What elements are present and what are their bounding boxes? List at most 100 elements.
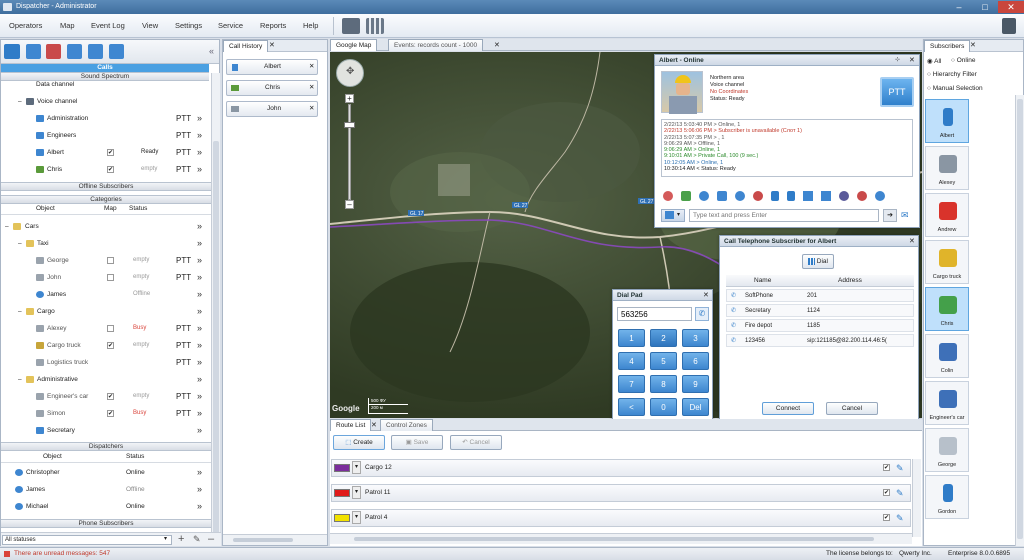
phone-tab-icon[interactable] bbox=[109, 44, 124, 59]
list-item[interactable]: Michael Online» bbox=[1, 498, 209, 515]
message-log[interactable]: 2/22/13 5:03:40 PM > Online, 1 2/22/13 5:… bbox=[661, 119, 913, 177]
tree-row[interactable]: – Cargo» bbox=[1, 303, 209, 320]
subscriber-tile[interactable]: Colin bbox=[925, 334, 969, 378]
list-item[interactable]: Christopher Online» bbox=[1, 464, 209, 481]
tree-row[interactable]: Engineers PTT» bbox=[1, 127, 209, 144]
route-visible-checkbox[interactable]: ✔ bbox=[883, 464, 890, 471]
call-icon[interactable] bbox=[663, 191, 673, 201]
edit-icon[interactable]: ✎ bbox=[896, 510, 904, 526]
close-icon[interactable]: ✕ bbox=[909, 237, 915, 245]
menu-service[interactable]: Service bbox=[218, 21, 243, 30]
users-icon[interactable] bbox=[803, 191, 813, 201]
hierarchy-filter-radio[interactable]: ○ Hierarchy Filter bbox=[927, 71, 977, 78]
close-icon[interactable]: ✕ bbox=[309, 81, 314, 95]
dial-key[interactable]: 3 bbox=[682, 329, 709, 347]
dial-key[interactable]: 9 bbox=[682, 375, 709, 393]
subscriber-tile[interactable]: Gordon bbox=[925, 475, 969, 519]
history-item[interactable]: John ✕ bbox=[226, 101, 318, 117]
tree-row[interactable]: Administration PTT» bbox=[1, 110, 209, 127]
collapse-panel-icon[interactable]: « bbox=[209, 46, 214, 56]
subscriber-tile[interactable]: Andrew bbox=[925, 193, 969, 237]
subscriber-tile[interactable]: Cargo truck bbox=[925, 240, 969, 284]
tab-subscribers[interactable]: Subscribers bbox=[924, 40, 971, 52]
tree-row[interactable]: Secretary» bbox=[1, 422, 209, 439]
menu-event-log[interactable]: Event Log bbox=[91, 21, 125, 30]
connect-button[interactable]: Connect bbox=[762, 402, 814, 415]
categories-header[interactable]: Categories bbox=[1, 195, 211, 204]
location-icon[interactable] bbox=[717, 191, 727, 201]
block-icon[interactable] bbox=[753, 191, 763, 201]
compass-icon[interactable]: ✥ bbox=[346, 66, 354, 77]
calls-tab-icon[interactable] bbox=[4, 44, 20, 59]
tree-row[interactable]: Albert ✔ Ready PTT» bbox=[1, 144, 209, 161]
route-row[interactable]: ▾ Patrol 11 ✔ ✎ bbox=[331, 484, 911, 502]
close-icon[interactable]: ✕ bbox=[970, 41, 976, 49]
zoom-slider-handle[interactable] bbox=[344, 122, 355, 128]
menu-reports[interactable]: Reports bbox=[260, 21, 286, 30]
phone-subscribers-header[interactable]: Phone Subscribers bbox=[1, 519, 211, 528]
dial-key[interactable]: 8 bbox=[650, 375, 677, 393]
list-item[interactable]: James Offline» bbox=[1, 481, 209, 498]
chevron-down-icon[interactable]: ▾ bbox=[352, 461, 361, 474]
tree-row[interactable]: Simon ✔ Busy PTT» bbox=[1, 405, 209, 422]
tab-call-history[interactable]: Call History bbox=[223, 40, 269, 52]
tab-route-list[interactable]: Route List bbox=[330, 419, 372, 431]
dial-key[interactable]: Del bbox=[682, 398, 709, 416]
headset-icon[interactable] bbox=[699, 191, 709, 201]
mail-icon[interactable]: ✉ bbox=[901, 210, 909, 221]
grid-tool-icon[interactable] bbox=[366, 18, 384, 34]
call-icon[interactable]: ✆ bbox=[695, 307, 709, 321]
dial-key[interactable]: 0 bbox=[650, 398, 677, 416]
status-filter-select[interactable]: All statuses bbox=[2, 535, 172, 545]
sms-icon[interactable] bbox=[681, 191, 691, 201]
dial-button[interactable]: Dial bbox=[802, 254, 834, 269]
contact-row[interactable]: ✆ 123456 sip:121185@82.200.114.46:5( bbox=[726, 334, 914, 347]
tree-row[interactable]: Engineer's car ✔ empty PTT» bbox=[1, 388, 209, 405]
subscriber-tile[interactable]: Engineer's car bbox=[925, 381, 969, 425]
message-input[interactable] bbox=[689, 209, 879, 222]
ptt-button[interactable]: PTT bbox=[880, 77, 914, 107]
chevron-down-icon[interactable]: ▾ bbox=[352, 486, 361, 499]
zoom-in-button[interactable]: + bbox=[345, 94, 354, 103]
menu-view[interactable]: View bbox=[142, 21, 158, 30]
tab-google-map[interactable]: Google Map bbox=[330, 39, 378, 51]
tree-row[interactable]: Data channel bbox=[1, 76, 209, 93]
subscribers-tab-icon[interactable] bbox=[26, 44, 41, 59]
tree-row[interactable]: John empty PTT» bbox=[1, 269, 209, 286]
tree-row[interactable]: – Taxi» bbox=[1, 235, 209, 252]
tree-row[interactable]: Alexey Busy PTT» bbox=[1, 320, 209, 337]
tree-row[interactable]: James Offline» bbox=[1, 286, 209, 303]
route-hscrollbar[interactable] bbox=[330, 533, 912, 544]
user-icon[interactable] bbox=[821, 191, 831, 201]
close-icon[interactable]: ✕ bbox=[494, 41, 500, 49]
locate-icon[interactable] bbox=[735, 191, 745, 201]
maximize-button[interactable]: □ bbox=[972, 1, 998, 13]
route-color-swatch[interactable] bbox=[334, 464, 350, 472]
refresh-icon[interactable] bbox=[875, 191, 885, 201]
close-button[interactable]: ✕ bbox=[998, 1, 1024, 13]
dial-number-input[interactable] bbox=[617, 307, 692, 321]
menu-settings[interactable]: Settings bbox=[175, 21, 202, 30]
menu-map[interactable]: Map bbox=[60, 21, 75, 30]
remove-icon[interactable]: – bbox=[208, 533, 214, 545]
route-visible-checkbox[interactable]: ✔ bbox=[883, 514, 890, 521]
route-scrollbar[interactable] bbox=[912, 459, 921, 537]
subscriber-tile[interactable]: Chris bbox=[925, 287, 969, 331]
hierarchy-tab-icon[interactable] bbox=[67, 44, 82, 59]
history-scrollbar[interactable] bbox=[223, 534, 327, 545]
menu-help[interactable]: Help bbox=[303, 21, 318, 30]
tree-row[interactable]: – Administrative» bbox=[1, 371, 209, 388]
cancel-route-button[interactable]: ↶ Cancel bbox=[450, 435, 502, 450]
route-row[interactable]: ▾ Patrol 4 ✔ ✎ bbox=[331, 509, 911, 527]
pin-icon[interactable]: ⊹ bbox=[895, 56, 900, 63]
dial-key[interactable]: 6 bbox=[682, 352, 709, 370]
history-item[interactable]: Albert ✕ bbox=[226, 59, 318, 75]
layout-tool-icon[interactable] bbox=[1002, 18, 1016, 34]
subscriber-tile[interactable]: Albert bbox=[925, 99, 969, 143]
dispatchers-tab-icon[interactable] bbox=[88, 44, 103, 59]
route-visible-checkbox[interactable]: ✔ bbox=[883, 489, 890, 496]
history-item[interactable]: Chris ✕ bbox=[226, 80, 318, 96]
subscribers-scrollbar[interactable] bbox=[1015, 95, 1024, 546]
contact-row[interactable]: ✆ Fire depot 1185 bbox=[726, 319, 914, 332]
unread-messages[interactable]: There are unread messages: 547 bbox=[14, 548, 110, 560]
